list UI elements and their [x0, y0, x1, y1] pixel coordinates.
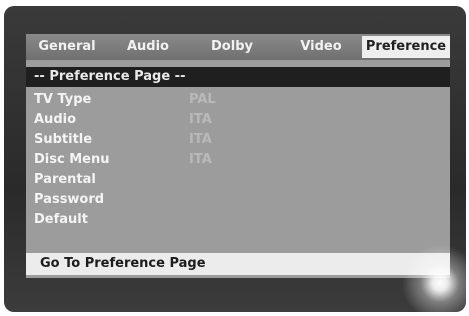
setting-label: Audio: [34, 112, 77, 127]
tab-general[interactable]: General: [32, 37, 102, 57]
setting-label: Default: [34, 212, 88, 227]
setting-label: Subtitle: [34, 132, 93, 147]
setting-row-default[interactable]: Default: [26, 210, 450, 230]
page-title: -- Preference Page --: [26, 67, 450, 87]
tab-video[interactable]: Video: [294, 37, 348, 57]
setting-row-parental[interactable]: Parental: [26, 170, 450, 190]
setting-value: ITA: [189, 112, 212, 127]
setting-value: ITA: [189, 132, 212, 147]
setting-value: ITA: [189, 152, 212, 167]
dvd-setup-menu: General Audio Dolby Video Preference -- …: [26, 34, 450, 278]
tv-bezel: General Audio Dolby Video Preference -- …: [4, 6, 466, 312]
setting-label: TV Type: [34, 92, 92, 107]
menu-tab-bar: General Audio Dolby Video Preference: [26, 34, 450, 60]
tab-dolby[interactable]: Dolby: [200, 37, 264, 57]
setting-row-password[interactable]: Password: [26, 190, 450, 210]
setting-row-disc-menu[interactable]: Disc Menu ITA: [26, 150, 450, 170]
tab-audio[interactable]: Audio: [118, 37, 178, 57]
setting-label: Disc Menu: [34, 152, 110, 167]
status-bar: Go To Preference Page: [26, 253, 450, 275]
tv-photo: General Audio Dolby Video Preference -- …: [0, 0, 469, 316]
setting-label: Parental: [34, 172, 96, 187]
tab-preference[interactable]: Preference: [362, 36, 450, 58]
setting-label: Password: [34, 192, 105, 207]
setting-value: PAL: [189, 92, 216, 107]
setting-row-subtitle[interactable]: Subtitle ITA: [26, 130, 450, 150]
setting-row-tv-type[interactable]: TV Type PAL: [26, 90, 450, 110]
setting-row-audio[interactable]: Audio ITA: [26, 110, 450, 130]
